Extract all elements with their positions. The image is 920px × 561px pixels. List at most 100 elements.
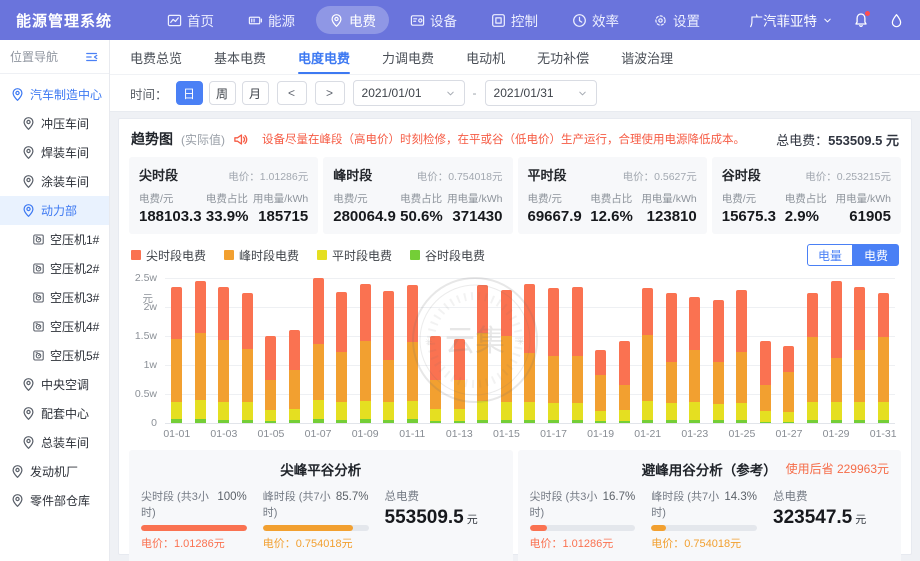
progress-fill bbox=[141, 525, 247, 531]
bar-01-04 bbox=[242, 293, 253, 423]
period-stat-fee: 电费/元188103.3 bbox=[139, 191, 202, 225]
pin-icon bbox=[21, 116, 36, 131]
tab-力调电费[interactable]: 力调电费 bbox=[382, 40, 434, 74]
legend-item-平时段电费[interactable]: 平时段电费 bbox=[317, 247, 392, 264]
bar-segment bbox=[831, 358, 842, 402]
sidebar-item-配套中心[interactable]: 配套中心 bbox=[0, 399, 109, 428]
bar-segment bbox=[831, 420, 842, 423]
org-selector[interactable]: 广汽菲亚特 bbox=[750, 10, 834, 30]
sidebar-item-涂装车间[interactable]: 涂装车间 bbox=[0, 167, 109, 196]
period-row-name: 尖时段 (共3小时) bbox=[141, 488, 217, 520]
sidebar-item-空压机3#[interactable]: 空压机3# bbox=[0, 283, 109, 312]
sidebar-item-空压机5#[interactable]: 空压机5# bbox=[0, 341, 109, 370]
bar-segment bbox=[713, 404, 724, 420]
analysis-period-尖时段 (共3小时): 尖时段 (共3小时)16.7%电价：1.01286元 bbox=[530, 488, 636, 551]
chevron-down-icon bbox=[577, 88, 588, 99]
sidebar-item-中央空调[interactable]: 中央空调 bbox=[0, 370, 109, 399]
bar-segment bbox=[336, 292, 347, 351]
topnav-item-设备[interactable]: 设备 bbox=[397, 6, 470, 34]
notification-dot bbox=[865, 11, 870, 16]
bar-segment bbox=[383, 360, 394, 402]
period-card-尖时段: 尖时段电价：1.01286元电费/元188103.3电费占比33.9%用电量/k… bbox=[129, 157, 318, 234]
bar-segment bbox=[572, 356, 583, 404]
water-drop-button[interactable] bbox=[889, 13, 904, 28]
bar-01-06 bbox=[289, 330, 300, 423]
toggle-电费[interactable]: 电费 bbox=[853, 244, 899, 266]
bar-01-18 bbox=[572, 287, 583, 423]
top-nav-menu: 首页能源电费设备控制效率设置 bbox=[154, 6, 713, 34]
period-stats: 电费/元15675.3电费占比2.9%用电量/kWh61905 bbox=[722, 191, 891, 225]
bar-segment bbox=[760, 385, 771, 412]
sidebar-item-零件部仓库[interactable]: 零件部仓库 bbox=[0, 486, 109, 515]
toggle-电量[interactable]: 电量 bbox=[807, 244, 853, 266]
stat-value: 12.6% bbox=[590, 208, 633, 225]
legend-row: 尖时段电费 峰时段电费 平时段电费 谷时段电费 电量电费 bbox=[131, 244, 899, 266]
prev-period-button[interactable]: < bbox=[277, 81, 307, 105]
bar-segment bbox=[783, 422, 794, 423]
sidebar-item-总装车间[interactable]: 总装车间 bbox=[0, 428, 109, 457]
legend-item-峰时段电费[interactable]: 峰时段电费 bbox=[224, 247, 299, 264]
tab-无功补偿[interactable]: 无功补偿 bbox=[537, 40, 589, 74]
topnav-item-设置[interactable]: 设置 bbox=[640, 6, 713, 34]
bar-segment bbox=[595, 375, 606, 411]
stat-label: 用电量/kWh bbox=[447, 191, 502, 206]
sidebar-item-汽车制造中心[interactable]: 汽车制造中心 bbox=[0, 80, 109, 109]
end-date-input[interactable]: 2021/01/31 bbox=[485, 80, 597, 106]
bar-01-13 bbox=[454, 339, 465, 423]
sidebar-item-空压机1#[interactable]: 空压机1# bbox=[0, 225, 109, 254]
bar-segment bbox=[736, 420, 747, 424]
tab-谐波治理[interactable]: 谐波治理 bbox=[621, 40, 673, 74]
bar-segment bbox=[619, 421, 630, 423]
start-date-input[interactable]: 2021/01/01 bbox=[353, 80, 465, 106]
notification-bell-button[interactable] bbox=[853, 12, 869, 28]
x-tick-label: 01-11 bbox=[399, 428, 425, 440]
sidebar-item-冲压车间[interactable]: 冲压车间 bbox=[0, 109, 109, 138]
sidebar-item-焊装车间[interactable]: 焊装车间 bbox=[0, 138, 109, 167]
bar-segment bbox=[360, 401, 371, 419]
topnav-item-首页[interactable]: 首页 bbox=[154, 6, 227, 34]
bar-01-03 bbox=[218, 287, 229, 423]
bar-01-28 bbox=[807, 293, 818, 423]
bar-segment bbox=[383, 291, 394, 360]
bar-segment bbox=[242, 420, 253, 424]
legend-item-尖时段电费[interactable]: 尖时段电费 bbox=[131, 247, 206, 264]
sidebar-item-动力部[interactable]: 动力部 bbox=[0, 196, 109, 225]
chart-y-axis: 2.5w2w1.5w1w0.5w0元 bbox=[129, 278, 159, 423]
legend-swatch bbox=[131, 250, 141, 260]
bar-segment bbox=[477, 420, 488, 424]
period-stat-fee: 电费/元15675.3 bbox=[722, 191, 776, 225]
bar-segment bbox=[572, 287, 583, 356]
tab-电费总览[interactable]: 电费总览 bbox=[130, 40, 182, 74]
chart-icon bbox=[167, 13, 182, 28]
bar-segment bbox=[713, 362, 724, 405]
sidebar-collapse-icon[interactable] bbox=[85, 50, 99, 64]
legend-item-谷时段电费[interactable]: 谷时段电费 bbox=[410, 247, 485, 264]
period-card-峰时段: 峰时段电价：0.754018元电费/元280064.9电费占比50.6%用电量/… bbox=[323, 157, 512, 234]
time-mode-月[interactable]: 月 bbox=[242, 81, 269, 105]
sidebar-item-空压机4#[interactable]: 空压机4# bbox=[0, 312, 109, 341]
bar-segment bbox=[595, 350, 606, 376]
topnav-item-电费[interactable]: 电费 bbox=[316, 6, 389, 34]
tab-电动机[interactable]: 电动机 bbox=[466, 40, 505, 74]
tab-电度电费[interactable]: 电度电费 bbox=[298, 40, 350, 74]
bar-segment bbox=[854, 402, 865, 419]
topnav-item-能源[interactable]: 能源 bbox=[235, 6, 308, 34]
time-mode-周[interactable]: 周 bbox=[209, 81, 236, 105]
total-value: 323547.5元 bbox=[773, 507, 889, 529]
bar-segment bbox=[642, 420, 653, 424]
tab-基本电费[interactable]: 基本电费 bbox=[214, 40, 266, 74]
bar-slot-01-01: 01-01 bbox=[165, 278, 189, 423]
topnav-item-效率[interactable]: 效率 bbox=[559, 6, 632, 34]
sidebar-item-发动机厂[interactable]: 发动机厂 bbox=[0, 457, 109, 486]
topnav-item-控制[interactable]: 控制 bbox=[478, 6, 551, 34]
bar-segment bbox=[501, 420, 512, 424]
sidebar-header-label: 位置导航 bbox=[10, 48, 58, 65]
period-stats: 电费/元280064.9电费占比50.6%用电量/kWh371430 bbox=[333, 191, 502, 225]
next-period-button[interactable]: > bbox=[315, 81, 345, 105]
bar-segment bbox=[666, 293, 677, 361]
bar-segment bbox=[878, 337, 889, 401]
bar-slot-01-21: 01-21 bbox=[636, 278, 660, 423]
trend-chart: 2.5w2w1.5w1w0.5w0元 01-0101-0301-0501-070… bbox=[129, 270, 901, 442]
sidebar-item-空压机2#[interactable]: 空压机2# bbox=[0, 254, 109, 283]
time-mode-日[interactable]: 日 bbox=[176, 81, 203, 105]
